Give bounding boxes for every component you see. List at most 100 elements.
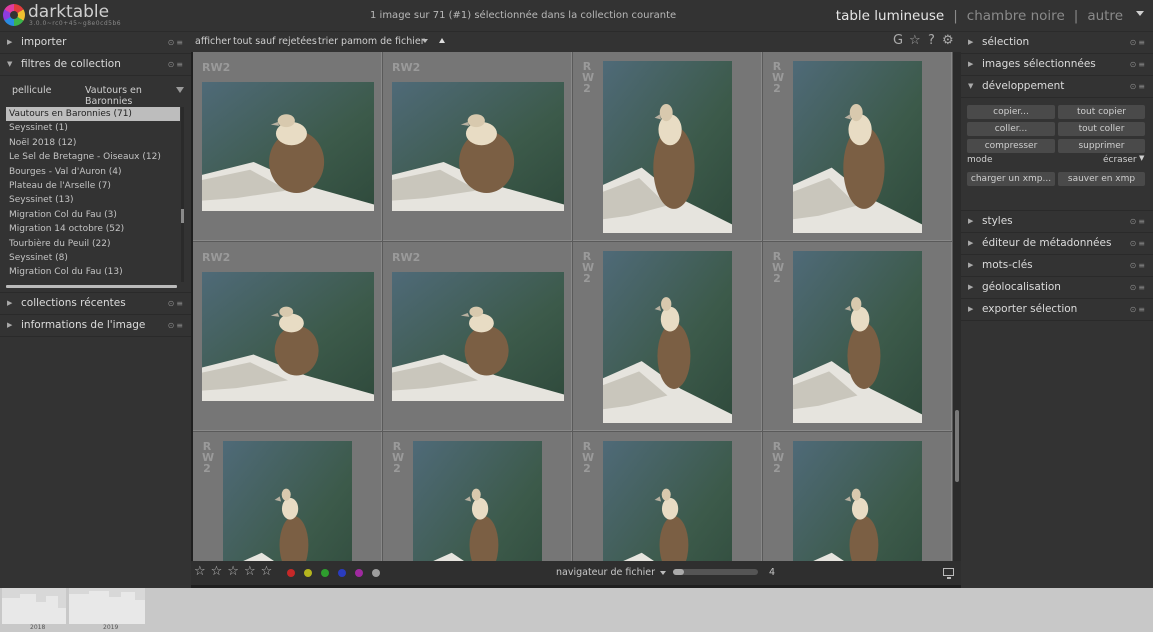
thumbnail-cell[interactable]: RW2 bbox=[573, 242, 762, 431]
thumbnail-image[interactable] bbox=[392, 272, 564, 401]
thumbnail-image[interactable] bbox=[392, 82, 564, 211]
list-item[interactable]: Migration Col du Fau (3) bbox=[6, 208, 180, 222]
list-item[interactable]: Plateau de l'Arselle (7) bbox=[6, 179, 180, 193]
delete-button[interactable]: supprimer bbox=[1058, 139, 1145, 153]
module-controls-icon[interactable]: ⊙≡ bbox=[168, 54, 185, 75]
module-image-information[interactable]: ▶ informations de l'image ⊙≡ bbox=[0, 315, 191, 337]
color-label-purple-icon[interactable] bbox=[355, 569, 363, 577]
top-panel-toggle-icon[interactable] bbox=[1136, 11, 1144, 16]
module-styles[interactable]: ▶ styles ⊙≡ bbox=[961, 211, 1153, 233]
thumbnail-image[interactable] bbox=[603, 251, 732, 423]
layout-select[interactable]: navigateur de fichier bbox=[556, 567, 655, 578]
zoom-entry[interactable]: 4 bbox=[769, 567, 775, 578]
thumbnail-cell[interactable]: RW2 bbox=[383, 432, 572, 561]
module-tags[interactable]: ▶ mots-clés ⊙≡ bbox=[961, 255, 1153, 277]
zoom-slider[interactable] bbox=[673, 569, 758, 575]
grouping-icon[interactable]: G bbox=[893, 33, 903, 48]
thumbnail-cell[interactable]: RW2 bbox=[383, 52, 572, 241]
thumbnail-image[interactable] bbox=[202, 272, 374, 401]
color-label-gray-icon[interactable] bbox=[372, 569, 380, 577]
thumbnail-cell[interactable]: RW2 bbox=[193, 242, 382, 431]
view-lighttable[interactable]: table lumineuse bbox=[836, 8, 944, 24]
color-label-green-icon[interactable] bbox=[321, 569, 329, 577]
thumbnail-cell[interactable]: RW2 bbox=[763, 432, 952, 561]
thumbnail-image[interactable] bbox=[413, 441, 542, 561]
list-horizontal-scrollbar[interactable] bbox=[6, 285, 177, 288]
thumbnail-image[interactable] bbox=[603, 61, 732, 233]
sort-ascending-icon[interactable] bbox=[439, 38, 445, 43]
scrollbar-thumb[interactable] bbox=[181, 209, 184, 223]
list-item[interactable]: Seyssinet (1) bbox=[6, 121, 180, 135]
thumbnail-image[interactable] bbox=[793, 441, 922, 561]
show-filter-select[interactable]: tout sauf rejetées bbox=[233, 36, 317, 47]
thumbnail-image[interactable] bbox=[223, 441, 352, 561]
module-selection[interactable]: ▶ sélection ⊙≡ bbox=[961, 32, 1153, 54]
module-controls-icon[interactable]: ⊙≡ bbox=[1130, 32, 1147, 53]
list-item[interactable]: Vautours en Baronnies (71) bbox=[6, 107, 180, 122]
module-controls-icon[interactable]: ⊙≡ bbox=[1130, 211, 1147, 232]
chevron-down-icon[interactable] bbox=[176, 87, 184, 93]
module-metadata-editor[interactable]: ▶ éditeur de métadonnées ⊙≡ bbox=[961, 233, 1153, 255]
thumbnail-cell[interactable]: RW2 bbox=[193, 432, 382, 561]
list-item[interactable]: Seyssinet (8) bbox=[6, 251, 180, 265]
collection-property[interactable]: pellicule bbox=[12, 85, 52, 96]
help-icon[interactable]: ? bbox=[928, 33, 935, 48]
timeline-block-2019[interactable] bbox=[69, 588, 145, 624]
module-collection-filters[interactable]: ▼ filtres de collection ⊙≡ bbox=[0, 54, 191, 76]
copy-all-button[interactable]: tout copier bbox=[1058, 105, 1145, 119]
thumbnail-cell[interactable]: RW2 bbox=[763, 242, 952, 431]
thumbnail-image[interactable] bbox=[603, 441, 732, 561]
list-item[interactable]: Le Sel de Bretagne - Oiseaux (12) bbox=[6, 150, 180, 164]
module-selected-images[interactable]: ▶ images sélectionnées ⊙≡ bbox=[961, 54, 1153, 76]
module-controls-icon[interactable]: ⊙≡ bbox=[168, 32, 185, 53]
color-label-yellow-icon[interactable] bbox=[304, 569, 312, 577]
thumbnail-cell[interactable]: RW2 bbox=[193, 52, 382, 241]
module-controls-icon[interactable]: ⊙≡ bbox=[1130, 54, 1147, 75]
module-export-selection[interactable]: ▶ exporter sélection ⊙≡ bbox=[961, 299, 1153, 321]
module-geolocation[interactable]: ▶ géolocalisation ⊙≡ bbox=[961, 277, 1153, 299]
star-rating-icon[interactable]: ☆☆☆☆☆ bbox=[194, 564, 277, 579]
module-controls-icon[interactable]: ⊙≡ bbox=[1130, 76, 1147, 97]
module-controls-icon[interactable]: ⊙≡ bbox=[1130, 233, 1147, 254]
module-recent-collections[interactable]: ▶ collections récentes ⊙≡ bbox=[0, 293, 191, 315]
thumbnail-image[interactable] bbox=[793, 251, 922, 423]
list-item[interactable]: Bourges - Val d'Auron (4) bbox=[6, 165, 180, 179]
view-other[interactable]: autre bbox=[1087, 8, 1123, 24]
list-item[interactable]: Noël 2018 (12) bbox=[6, 136, 180, 150]
copy-button[interactable]: copier... bbox=[967, 105, 1055, 119]
color-label-blue-icon[interactable] bbox=[338, 569, 346, 577]
thumbnail-cell[interactable]: RW2 bbox=[573, 432, 762, 561]
thumbnail-image[interactable] bbox=[202, 82, 374, 211]
display-icon[interactable] bbox=[943, 568, 954, 579]
mode-select[interactable]: écraser bbox=[1103, 155, 1137, 165]
timeline[interactable]: 2018 2019 bbox=[0, 588, 1153, 632]
chevron-down-icon[interactable]: ▼ bbox=[1139, 154, 1144, 162]
list-item[interactable]: Migration Col du Fau (13) bbox=[6, 265, 180, 279]
list-vertical-scrollbar[interactable] bbox=[181, 107, 184, 282]
view-darkroom[interactable]: chambre noire bbox=[967, 8, 1065, 24]
gear-icon[interactable]: ⚙ bbox=[942, 33, 954, 48]
compress-button[interactable]: compresser bbox=[967, 139, 1055, 153]
module-controls-icon[interactable]: ⊙≡ bbox=[1130, 299, 1147, 320]
thumbnail-cell[interactable]: RW2 bbox=[573, 52, 762, 241]
module-controls-icon[interactable]: ⊙≡ bbox=[1130, 277, 1147, 298]
chevron-down-icon[interactable] bbox=[422, 39, 428, 43]
list-item[interactable]: Migration 14 octobre (52) bbox=[6, 222, 180, 236]
paste-all-button[interactable]: tout coller bbox=[1058, 122, 1145, 136]
save-xmp-button[interactable]: sauver en xmp bbox=[1058, 172, 1145, 186]
load-xmp-button[interactable]: charger un xmp... bbox=[967, 172, 1055, 186]
module-importer[interactable]: ▶ importer ⊙≡ bbox=[0, 32, 191, 54]
sort-select[interactable]: nom de fichier bbox=[356, 36, 425, 47]
star-icon[interactable]: ☆ bbox=[909, 33, 921, 48]
module-controls-icon[interactable]: ⊙≡ bbox=[1130, 255, 1147, 276]
list-item[interactable]: Seyssinet (13) bbox=[6, 193, 180, 207]
lighttable-grid[interactable]: RW2 RW2 RW2 RW2 RW2 RW2 RW2 RW2 RW2 RW2 RW2 RW2 bbox=[193, 52, 953, 561]
thumbnail-cell[interactable]: RW2 bbox=[763, 52, 952, 241]
list-item[interactable]: Tourbière du Peuil (22) bbox=[6, 237, 180, 251]
color-label-red-icon[interactable] bbox=[287, 569, 295, 577]
thumbnail-cell[interactable]: RW2 bbox=[383, 242, 572, 431]
collection-value[interactable]: Vautours en Baronnies bbox=[85, 85, 184, 107]
module-controls-icon[interactable]: ⊙≡ bbox=[168, 293, 185, 314]
module-controls-icon[interactable]: ⊙≡ bbox=[168, 315, 185, 336]
thumbnail-image[interactable] bbox=[793, 61, 922, 233]
